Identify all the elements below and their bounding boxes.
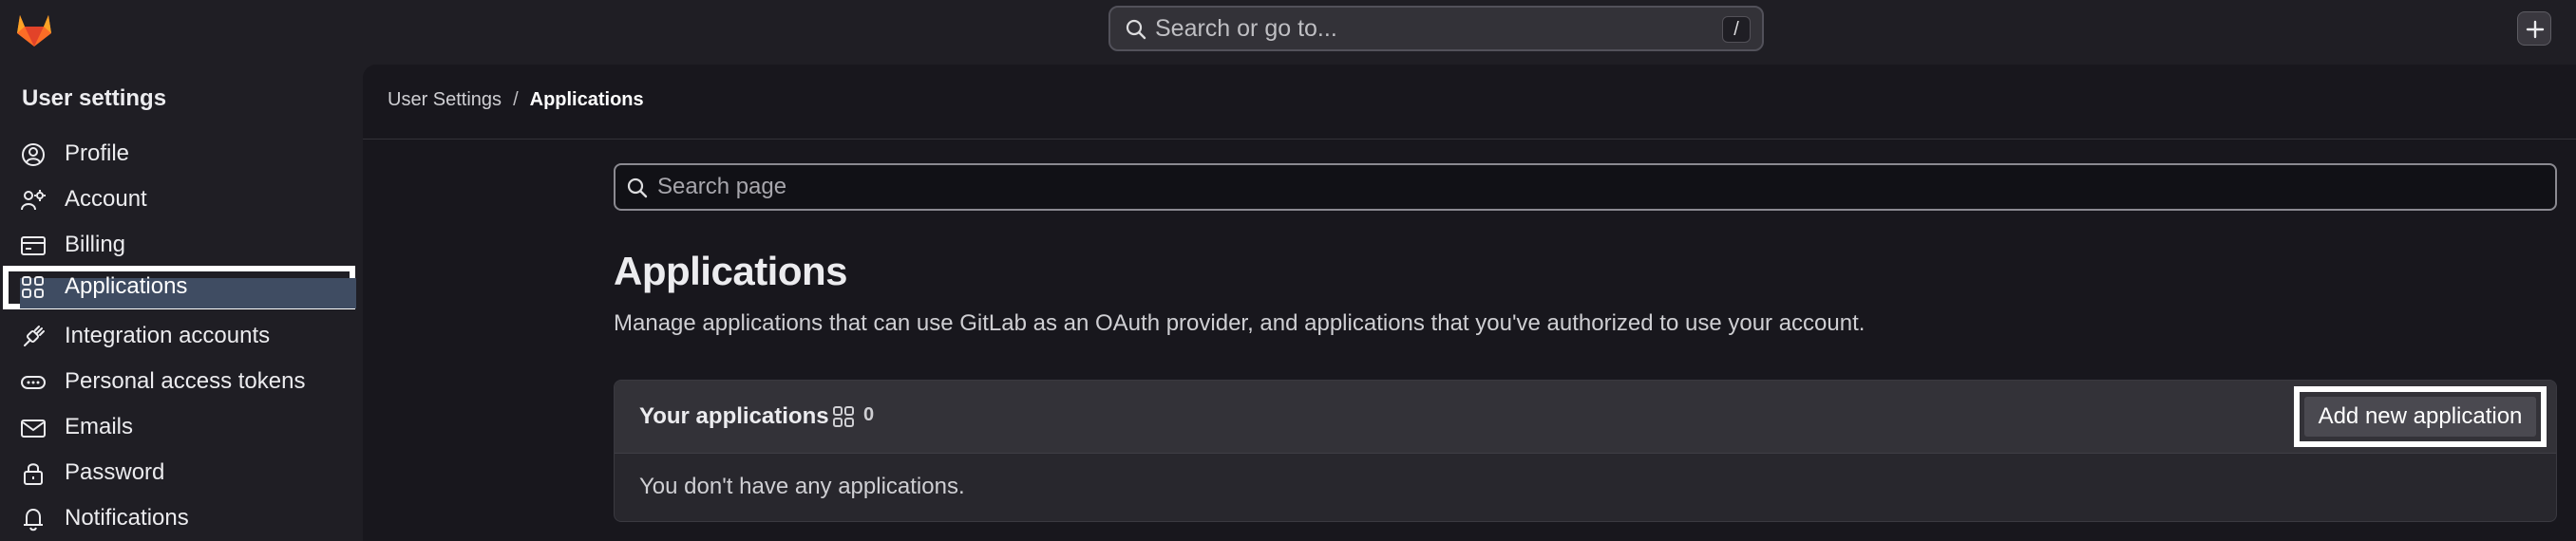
page-description: Manage applications that can use GitLab … — [614, 310, 1866, 336]
add-application-highlight: Add new application — [2294, 386, 2547, 447]
top-bar: Search or go to... / — [0, 0, 2576, 65]
page-title: Applications — [614, 249, 848, 293]
global-search-placeholder: Search or go to... — [1155, 15, 1337, 42]
token-icon — [21, 370, 46, 395]
add-new-application-button[interactable]: Add new application — [2304, 397, 2536, 437]
card-title: Your applications — [639, 403, 829, 429]
breadcrumb-user-settings[interactable]: User Settings — [388, 89, 502, 110]
sidebar-item-label: Applications — [65, 273, 188, 299]
sidebar-item-label: Profile — [65, 140, 130, 166]
sidebar-item-profile[interactable]: Profile — [0, 132, 361, 176]
sidebar: User settings Profile Account Billing Ap… — [0, 65, 361, 541]
search-icon — [1126, 19, 1146, 40]
divider — [363, 139, 2576, 140]
sidebar-item-label: Account — [65, 186, 147, 212]
breadcrumb-current[interactable]: Applications — [530, 89, 644, 110]
lock-icon — [21, 461, 46, 486]
search-icon — [627, 177, 648, 198]
sidebar-item-integration-accounts[interactable]: Integration accounts — [0, 314, 361, 358]
email-icon — [21, 416, 46, 440]
sidebar-title: User settings — [22, 85, 167, 111]
global-search-input[interactable]: Search or go to... / — [1108, 6, 1764, 51]
integration-icon — [21, 325, 46, 349]
sidebar-item-personal-access-tokens[interactable]: Personal access tokens — [0, 360, 361, 403]
applications-card: Your applications 0 Add new application … — [614, 380, 2557, 522]
applications-icon — [21, 275, 46, 300]
sidebar-item-label: Notifications — [65, 505, 189, 531]
sidebar-item-label: Billing — [65, 232, 126, 257]
search-shortcut-key: / — [1722, 16, 1751, 43]
billing-icon — [21, 233, 46, 258]
create-new-button[interactable] — [2517, 11, 2551, 46]
sidebar-item-label: Integration accounts — [65, 323, 271, 348]
breadcrumb: User Settings / Applications — [388, 89, 644, 111]
profile-icon — [21, 142, 46, 167]
sidebar-item-label: Password — [65, 459, 165, 485]
bell-icon — [21, 507, 46, 532]
page-search-input[interactable]: Search page — [614, 163, 2557, 211]
applications-count-icon — [832, 405, 855, 428]
sidebar-item-label: Personal access tokens — [65, 368, 306, 394]
sidebar-item-password[interactable]: Password — [0, 451, 361, 494]
sidebar-item-billing[interactable]: Billing — [0, 223, 361, 267]
account-icon — [21, 188, 46, 213]
applications-count: 0 — [863, 404, 875, 425]
main-content: User Settings / Applications Search page A… — [363, 65, 2576, 541]
sidebar-item-label: Emails — [65, 414, 134, 439]
sidebar-item-emails[interactable]: Emails — [0, 405, 361, 449]
sidebar-item-applications[interactable]: Applications — [0, 266, 361, 309]
page-search-placeholder: Search page — [657, 174, 787, 199]
card-header: Your applications 0 Add new application — [615, 381, 2556, 454]
sidebar-item-notifications[interactable]: Notifications — [0, 496, 361, 540]
breadcrumb-separator: / — [513, 89, 519, 110]
gitlab-logo[interactable] — [13, 8, 55, 49]
sidebar-item-account[interactable]: Account — [0, 177, 361, 221]
empty-state-text: You don't have any applications. — [639, 474, 965, 499]
